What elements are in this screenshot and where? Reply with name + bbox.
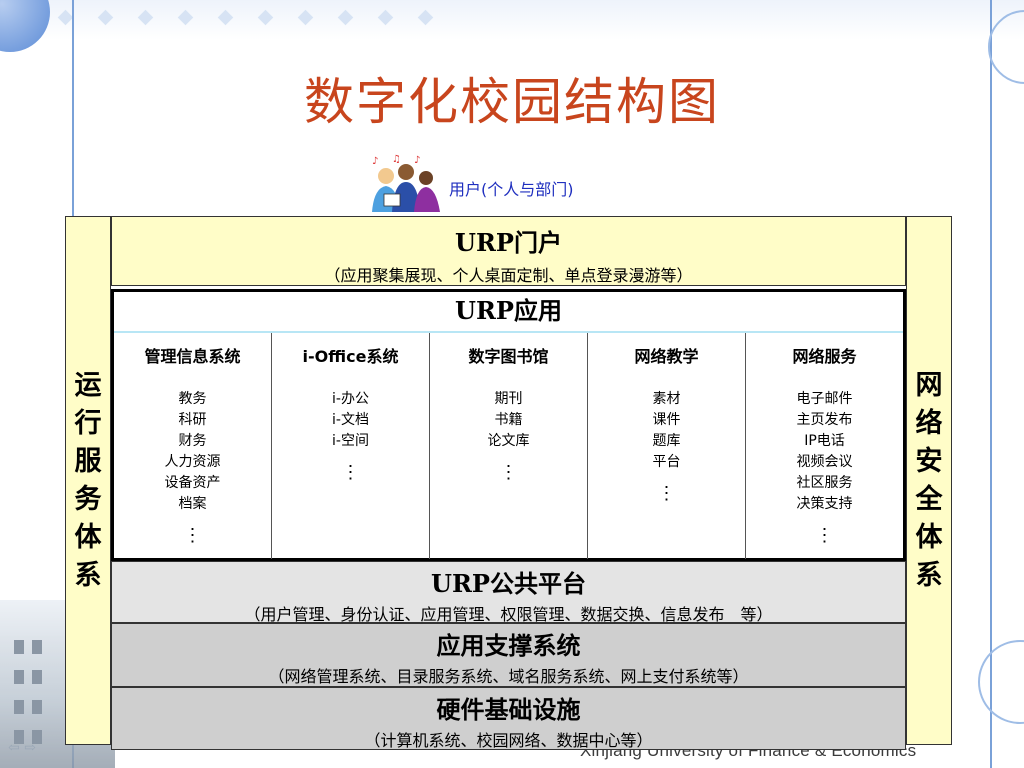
layer-subtitle: （用户管理、身份认证、应用管理、权限管理、数据交换、信息发布 等） [244,605,773,624]
layer-title: URP公共平台 [431,569,586,598]
app-column-heading: 管理信息系统 [144,347,241,366]
urp-portal-subtitle: （应用聚集展现、个人桌面定制、单点登录漫游等） [324,266,693,285]
decorative-ring [978,640,1024,724]
users-clipart-icon: ♪ ♫ ♪ [372,154,440,212]
app-item: 决策支持 [796,496,853,512]
app-item: 题库 [652,433,681,449]
app-item: 书籍 [494,412,523,428]
app-support-layer: 应用支撑系统 （网络管理系统、目录服务系统、域名服务系统、网上支付系统等） [111,623,906,687]
urp-apps-title: URP应用 [114,292,903,333]
side-ops-service-label: 运行服务体系 [74,369,102,591]
app-column-heading: 数字图书馆 [468,347,549,366]
side-network-security: 网络安全体系 [906,216,952,745]
more-ellipsis: ⋮ [815,525,834,546]
app-item: 视频会议 [796,454,853,470]
app-item: 期刊 [494,391,523,407]
app-column-heading: 网络服务 [792,347,857,366]
app-item: 设备资产 [164,475,221,491]
app-item: 平台 [652,454,681,470]
app-column-ioffice: i-Office系统 i-办公 i-文档 i-空间 ⋮ [271,333,429,559]
architecture-stack: URP门户 （应用聚集展现、个人桌面定制、单点登录漫游等） URP应用 管理信息… [111,216,906,750]
app-column-mis: 管理信息系统 教务 科研 财务 人力资源 设备资产 档案 ⋮ [114,333,271,559]
layer-subtitle: （网络管理系统、目录服务系统、域名服务系统、网上支付系统等） [268,667,749,686]
app-item: i-办公 [332,391,369,407]
svg-text:♫: ♫ [392,154,401,165]
more-ellipsis: ⋮ [499,462,518,483]
app-item: 电子邮件 [796,391,853,407]
urp-portal-layer: URP门户 （应用聚集展现、个人桌面定制、单点登录漫游等） [111,216,906,286]
background-diamonds [57,6,480,30]
app-item: 素材 [652,391,681,407]
urp-public-platform-layer: URP公共平台 （用户管理、身份认证、应用管理、权限管理、数据交换、信息发布 等… [111,561,906,624]
urp-portal-title: URP门户 [455,228,562,257]
app-column-heading: 网络教学 [634,347,699,366]
users-label: 用户(个人与部门) [449,180,574,199]
layer-title: 应用支撑系统 [436,631,581,660]
app-item: 课件 [652,412,681,428]
side-network-security-label: 网络安全体系 [915,369,943,591]
more-ellipsis: ⋮ [183,525,202,546]
decorative-circle [0,0,50,52]
more-ellipsis: ⋮ [341,462,360,483]
app-item: 财务 [178,433,207,449]
app-item: 人力资源 [164,454,221,470]
app-item: 论文库 [487,433,530,449]
app-item: IP电话 [804,433,845,449]
app-item: i-文档 [332,412,369,428]
svg-text:♪: ♪ [414,155,420,166]
page-title: 数字化校园结构图 [304,73,720,131]
app-column-digital-library: 数字图书馆 期刊 书籍 论文库 ⋮ [429,333,587,559]
app-item: 科研 [178,412,207,428]
urp-apps-columns: 管理信息系统 教务 科研 财务 人力资源 设备资产 档案 ⋮ i-Office系… [114,333,903,559]
side-ops-service: 运行服务体系 [65,216,111,745]
app-item: 档案 [178,496,207,512]
layer-title: 硬件基础设施 [436,695,581,724]
slide-nav-arrows[interactable]: ⇦ ⇨ [8,740,36,756]
app-column-heading: i-Office系统 [302,347,399,366]
app-item: 社区服务 [796,475,853,491]
app-item: 主页发布 [796,412,853,428]
more-ellipsis: ⋮ [657,483,676,504]
app-item: i-空间 [332,433,369,449]
app-column-online-teaching: 网络教学 素材 课件 题库 平台 ⋮ [587,333,745,559]
layer-subtitle: （计算机系统、校园网络、数据中心等） [364,731,653,750]
urp-apps-layer: URP应用 管理信息系统 教务 科研 财务 人力资源 设备资产 档案 ⋮ i-O… [111,289,906,561]
app-column-network-services: 网络服务 电子邮件 主页发布 IP电话 视频会议 社区服务 决策支持 ⋮ [745,333,903,559]
hardware-infrastructure-layer: 硬件基础设施 （计算机系统、校园网络、数据中心等） [111,687,906,750]
svg-text:♪: ♪ [372,156,378,167]
app-item: 教务 [178,391,207,407]
